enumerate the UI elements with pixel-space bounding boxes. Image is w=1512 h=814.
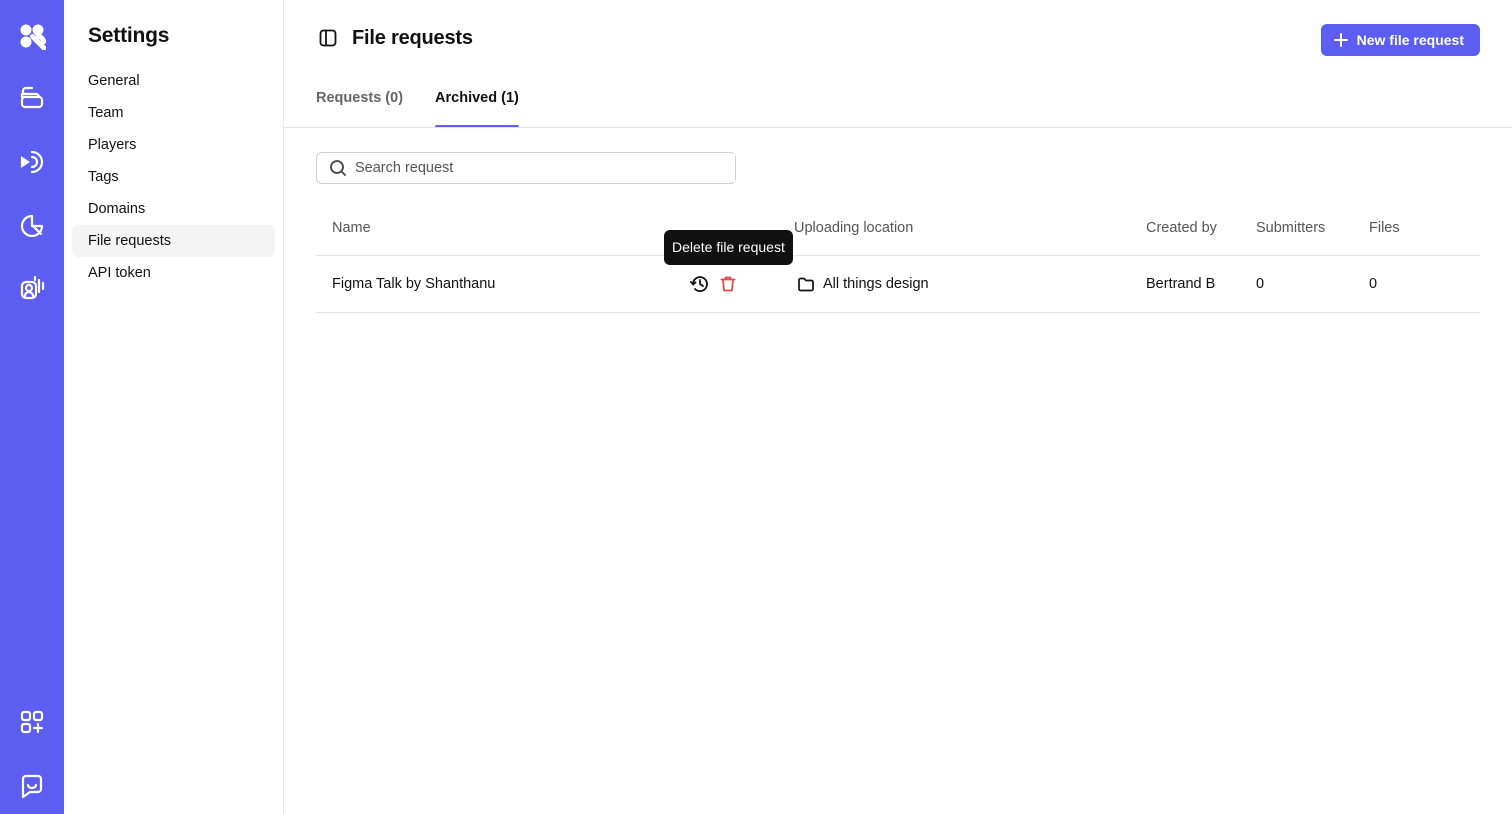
new-file-request-label: New file request — [1356, 32, 1464, 48]
tab-requests[interactable]: Requests (0) — [316, 80, 403, 128]
file-requests-table: Name Uploading location Created by Submi… — [316, 200, 1480, 313]
library-icon[interactable] — [16, 82, 48, 114]
settings-nav-tags[interactable]: Tags — [72, 161, 275, 193]
app-logo[interactable] — [16, 20, 48, 52]
column-location[interactable]: Uploading location — [794, 220, 913, 236]
column-files[interactable]: Files — [1369, 220, 1400, 236]
settings-nav-file-requests[interactable]: File requests — [72, 225, 275, 257]
submitters-count: 0 — [1256, 276, 1265, 292]
trash-icon[interactable] — [718, 274, 738, 294]
folder-icon — [798, 277, 814, 292]
new-file-request-button[interactable]: New file request — [1320, 24, 1480, 56]
plus-icon — [1333, 33, 1348, 47]
analytics-icon[interactable] — [16, 210, 48, 242]
row-actions — [690, 274, 738, 294]
settings-nav-team[interactable]: Team — [72, 97, 275, 129]
column-name[interactable]: Name — [332, 220, 371, 236]
files-count: 0 — [1369, 276, 1378, 292]
request-name: Figma Talk by Shanthanu — [332, 276, 496, 292]
settings-nav-general[interactable]: General — [72, 65, 275, 97]
broadcast-icon[interactable] — [16, 146, 48, 178]
delete-tooltip: Delete file request — [664, 230, 793, 265]
tabs-divider — [284, 127, 1512, 128]
column-submitters[interactable]: Submitters — [1256, 220, 1325, 236]
tabs: Requests (0) Archived (1) — [316, 80, 519, 128]
search-box — [316, 152, 736, 184]
chat-icon[interactable] — [16, 770, 48, 802]
settings-nav-domains[interactable]: Domains — [72, 193, 275, 225]
settings-nav: General Team Players Tags Domains File r… — [72, 65, 275, 289]
created-by: Bertrand B — [1146, 276, 1216, 292]
table-header: Name Uploading location Created by Submi… — [316, 200, 1480, 256]
page-title: File requests — [352, 26, 473, 49]
tab-archived[interactable]: Archived (1) — [435, 80, 519, 128]
search-input[interactable] — [355, 154, 735, 182]
search-icon — [330, 160, 346, 176]
settings-nav-api-token[interactable]: API token — [72, 257, 275, 289]
settings-nav-players[interactable]: Players — [72, 129, 275, 161]
page-header: File requests — [316, 26, 473, 50]
settings-title: Settings — [88, 24, 170, 47]
table-row[interactable]: Figma Talk by Shanthanu All things desig… — [316, 256, 1480, 313]
app-rail — [0, 0, 64, 814]
apps-add-icon[interactable] — [16, 706, 48, 738]
audience-icon[interactable] — [16, 272, 48, 304]
upload-location[interactable]: All things design — [797, 275, 929, 293]
settings-sidebar: Settings General Team Players Tags Domai… — [64, 0, 284, 814]
upload-location-label: All things design — [823, 276, 929, 292]
column-created-by[interactable]: Created by — [1146, 220, 1217, 236]
sidebar-toggle-icon[interactable] — [316, 26, 340, 50]
restore-icon[interactable] — [690, 274, 710, 294]
main-content: File requests New file request Requests … — [284, 0, 1512, 814]
